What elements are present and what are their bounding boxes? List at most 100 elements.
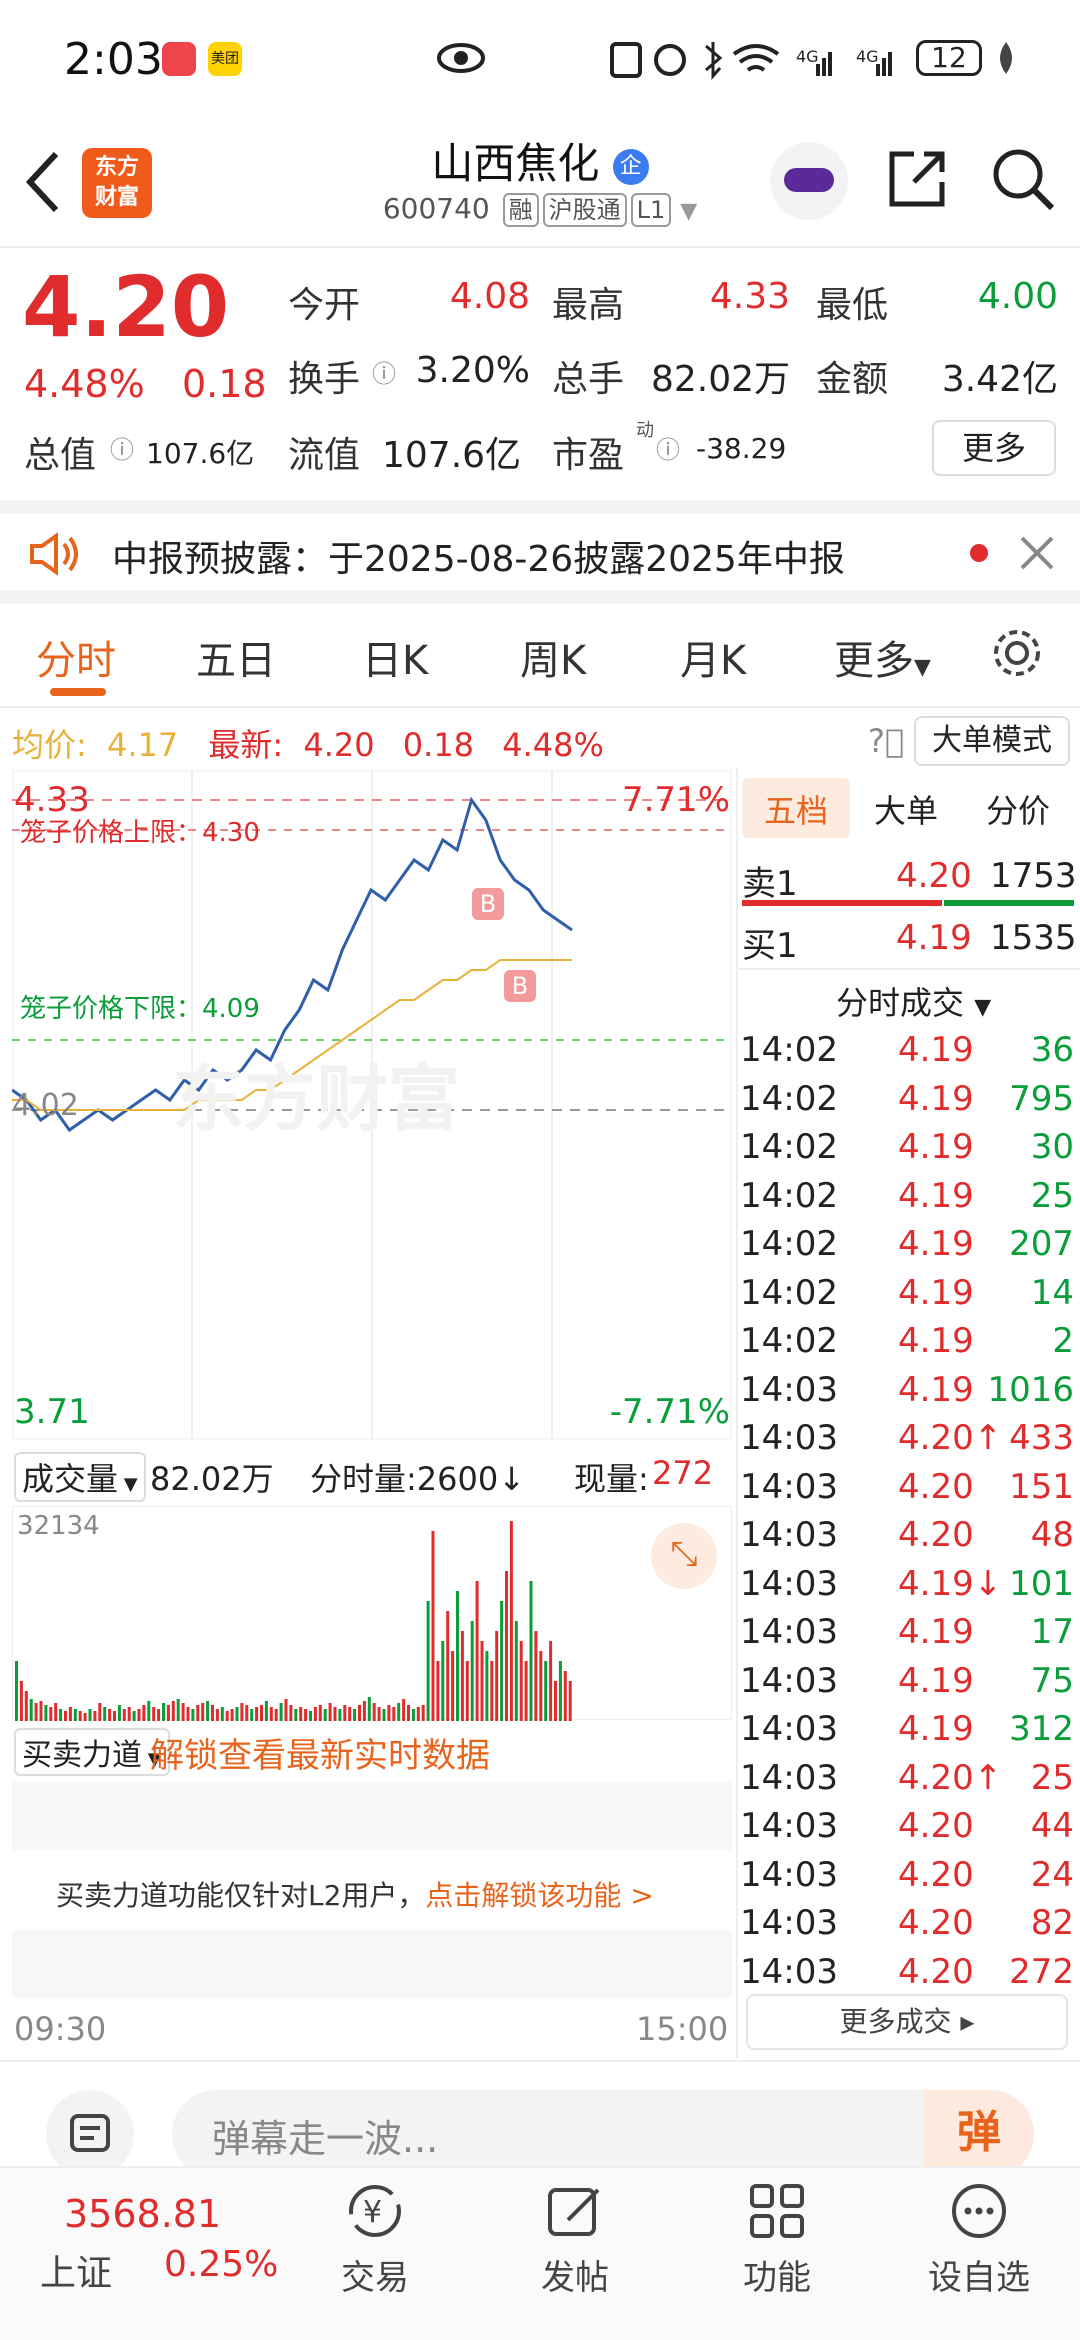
robot-assistant-icon[interactable]	[770, 142, 848, 220]
volume-bar	[289, 1705, 293, 1721]
volume-bar	[313, 1707, 317, 1721]
index-value[interactable]: 3568.81	[64, 2192, 221, 2236]
bid1-volume: 1535	[990, 918, 1077, 958]
search-icon[interactable]	[990, 146, 1056, 212]
tab-timeshare[interactable]: 分时	[36, 628, 116, 686]
trade-row: 14:03 4.20 82	[740, 1903, 1076, 1951]
order-ratio-bar	[742, 900, 942, 906]
volume-bar	[465, 1661, 469, 1721]
side-tab-5level[interactable]: 五档	[764, 786, 828, 832]
buy-marker[interactable]: B	[472, 888, 504, 920]
trade-icon: ¥	[349, 2185, 401, 2237]
trade-volume: 207	[1009, 1224, 1074, 1264]
trade-price: 4.19	[898, 1224, 974, 1264]
volume-bar	[343, 1705, 347, 1721]
unlock-link[interactable]: 解锁查看最新实时数据	[150, 1728, 490, 1777]
low-label: 最低	[816, 285, 889, 326]
trade-price: 4.20	[898, 1806, 974, 1846]
volume-bar	[157, 1709, 161, 1721]
tab-week-k[interactable]: 周K	[520, 628, 586, 686]
x-start-label: 09:30	[14, 2010, 107, 2048]
tab-month-k[interactable]: 月K	[680, 628, 746, 686]
timeshare-chart[interactable]: 东方财富 4.33 7.71% 笼子价格上限：4.30 笼子价格下限：4.09 …	[12, 770, 732, 1440]
nav-function[interactable]: 功能	[702, 2168, 852, 2299]
more-trades-button[interactable]: 更多成交 ▸	[746, 1994, 1068, 2050]
volume-bar	[54, 1703, 58, 1721]
more-button[interactable]: 更多	[932, 420, 1056, 476]
latest-price: 4.20	[303, 726, 375, 764]
tab-day-k[interactable]: 日K	[362, 628, 428, 686]
trades-header[interactable]: 分时成交 ▼	[836, 978, 991, 1024]
nav-post[interactable]: 发帖	[500, 2168, 650, 2299]
power-locked-panel: 买卖力道功能仅针对L2用户，点击解锁该功能 >	[12, 1782, 732, 1998]
info-icon[interactable]: ⓘ	[656, 430, 680, 465]
side-tab-price[interactable]: 分价	[986, 786, 1050, 832]
trade-volume: 44	[1030, 1806, 1074, 1846]
trade-row: 14:02 4.19 36	[740, 1030, 1076, 1078]
tag-level: L1	[630, 193, 672, 227]
trade-volume: 25	[1030, 1175, 1074, 1216]
trade-price: 4.20	[898, 1903, 974, 1943]
danmu-send-button[interactable]: 弹	[924, 2090, 1034, 2178]
expand-icon[interactable]: ⤡	[651, 1523, 717, 1589]
trade-time: 14:03	[740, 1709, 838, 1749]
volume-label: 总手	[552, 359, 625, 400]
volume-bar	[44, 1705, 48, 1721]
volume-bar	[568, 1681, 572, 1721]
volume-bar	[186, 1707, 190, 1721]
power-dropdown[interactable]: 买卖力道 ▼	[14, 1728, 170, 1776]
volume-max-label: 32134	[17, 1511, 100, 1541]
volume-bar	[230, 1709, 234, 1721]
low-value: 4.00	[977, 276, 1058, 317]
tab-more[interactable]: 更多▼	[834, 628, 931, 686]
volume-bar	[362, 1701, 366, 1721]
trade-time: 14:03	[740, 1660, 838, 1701]
volume-dropdown[interactable]: 成交量 ▼	[14, 1452, 146, 1502]
volume-bar	[127, 1707, 131, 1721]
trade-row: 14:03 4.20 44	[740, 1806, 1076, 1854]
volume-bar	[495, 1631, 499, 1721]
danmu-settings-icon[interactable]	[46, 2090, 134, 2178]
volume-bar	[558, 1661, 562, 1721]
ask1-label: 卖1	[742, 864, 798, 904]
volume-bar	[470, 1621, 474, 1721]
share-icon[interactable]	[884, 146, 950, 212]
volume-bar	[456, 1591, 459, 1721]
volume-bar	[299, 1707, 303, 1721]
big-order-mode-button[interactable]: 大单模式	[914, 716, 1070, 766]
volume-bar	[485, 1651, 489, 1721]
y-min-pct-label: -7.71%	[609, 1392, 730, 1432]
volume-bar	[49, 1707, 53, 1721]
power-header: 买卖力道 ▼ 解锁查看最新实时数据	[12, 1722, 732, 1782]
volume-bar	[416, 1707, 420, 1721]
change-amount: 0.18	[182, 362, 267, 406]
info-icon[interactable]: ⓘ	[110, 430, 134, 465]
volume-bar	[235, 1707, 239, 1721]
buy-marker[interactable]: B	[504, 970, 536, 1002]
trade-price: 4.20↑	[898, 1757, 1003, 1798]
index-name[interactable]: 上证	[40, 2244, 112, 2296]
nav-add-watchlist[interactable]: 设自选	[904, 2168, 1054, 2299]
tab-5day[interactable]: 五日	[196, 628, 276, 686]
volume-bar	[431, 1531, 435, 1721]
nfc-icon	[610, 42, 642, 78]
volume-bar	[19, 1681, 23, 1721]
gear-icon[interactable]	[990, 626, 1044, 680]
close-icon[interactable]	[1018, 534, 1056, 572]
volume-bar	[73, 1709, 77, 1721]
trade-time: 14:02	[740, 1321, 838, 1361]
trade-price: 4.19	[898, 1127, 974, 1167]
trade-row: 14:02 4.19 30	[740, 1127, 1076, 1175]
trade-row: 14:03 4.19↓ 101	[740, 1564, 1076, 1612]
nav-trade[interactable]: ¥ 交易	[300, 2168, 450, 2299]
notice-bar[interactable]: 中报预披露：于2025-08-26披露2025年中报	[0, 500, 1080, 604]
trade-price: 4.19	[898, 1369, 974, 1410]
side-tab-bigorder[interactable]: 大单	[874, 786, 938, 832]
info-icon[interactable]: ⓘ	[372, 354, 396, 389]
unlock-feature-link[interactable]: 点击解锁该功能 >	[425, 1879, 653, 1912]
volume-bar	[117, 1705, 121, 1721]
danmu-input[interactable]: 弹幕走一波... 弹	[172, 2090, 1034, 2178]
index-pct[interactable]: 0.25%	[164, 2244, 278, 2285]
help-icon[interactable]: ?⃝	[868, 722, 904, 760]
trade-row: 14:02 4.19 25	[740, 1176, 1076, 1224]
